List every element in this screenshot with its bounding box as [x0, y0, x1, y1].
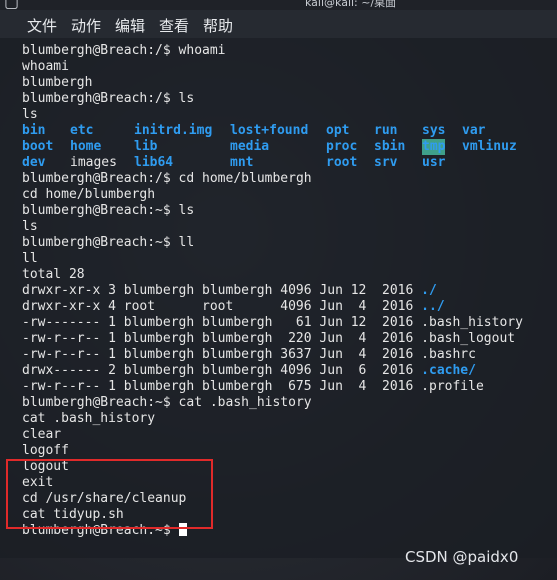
ls-entry: usr [422, 155, 446, 170]
history-line: cat .bash_history [22, 411, 155, 427]
echo-line: whoami [22, 59, 69, 75]
prompt-line: blumbergh@Breach:~$ ll [22, 235, 194, 251]
echo: ls [22, 107, 38, 122]
ls-entry: run [374, 123, 398, 138]
ll-meta: -rw-r--r-- 1 blumbergh blumbergh 220 Jun… [22, 331, 422, 346]
ls-entry: tmp [422, 139, 446, 155]
ls-entry: var [462, 123, 486, 138]
echo: cd home/blumbergh [22, 187, 156, 202]
prompt-line: blumbergh@Breach:/$ whoami [22, 43, 226, 59]
menu-edit[interactable]: 编辑 [115, 15, 145, 36]
command: cat .bash_history [178, 395, 312, 410]
echo-line: ls [22, 107, 38, 123]
ll-name: .profile [421, 379, 484, 394]
ll-meta: drwxr-xr-x 4 root root 4096 Jun 4 2016 [22, 299, 422, 314]
prompt-line: blumbergh@Breach:/$ ls [22, 91, 194, 107]
menu-actions[interactable]: 动作 [71, 15, 101, 36]
ll-meta: -rw-r--r-- 1 blumbergh blumbergh 3637 Ju… [22, 347, 422, 362]
prompt: blumbergh@Breach:~$ [22, 203, 179, 218]
prompt-line: blumbergh@Breach:~$ ls [22, 203, 194, 219]
ls-entry: opt [326, 123, 350, 138]
ls-entry: etc [70, 123, 94, 138]
echo-line: cd home/blumbergh [22, 187, 155, 203]
ll-name: .bashrc [421, 347, 476, 362]
history-entry: clear [22, 427, 62, 442]
prompt: blumbergh@Breach:~$ [22, 235, 179, 250]
command: ls [178, 91, 195, 106]
ll-name: .bash_logout [421, 331, 516, 346]
command: ll [178, 235, 195, 250]
echo-line: ls [22, 219, 38, 235]
ls-entry: home [70, 139, 102, 154]
history-entry: cat .bash_history [22, 411, 156, 426]
ll-row: drwxr-xr-x 3 blumbergh blumbergh 4096 Ju… [22, 283, 437, 299]
history-line: logoff [22, 443, 69, 459]
ls-entry: dev [22, 155, 46, 170]
menu-file[interactable]: 文件 [27, 15, 57, 36]
menu-help[interactable]: 帮助 [203, 15, 233, 36]
output-line: total 28 [22, 267, 85, 283]
ll-row: drwxr-xr-x 4 root root 4096 Jun 4 2016 .… [22, 299, 445, 315]
menu-view[interactable]: 查看 [159, 15, 189, 36]
csdn-watermark: CSDN @paidx0 [405, 548, 519, 566]
terminal-menubar: 文件 动作 编辑 查看 帮助 [0, 10, 557, 38]
prompt-line: blumbergh@Breach:~$ cat .bash_history [22, 395, 312, 411]
ll-meta: drwxr-xr-x 3 blumbergh blumbergh 4096 Ju… [22, 283, 422, 298]
ll-meta: -rw------- 1 blumbergh blumbergh 61 Jun … [22, 315, 422, 330]
prompt: blumbergh@Breach:~$ [22, 395, 179, 410]
echo: ls [22, 219, 38, 234]
ll-row: -rw-r--r-- 1 blumbergh blumbergh 220 Jun… [22, 331, 515, 347]
ls-entry: vmlinuz [462, 139, 517, 154]
ll-name: .bash_history [421, 315, 523, 330]
ls-entry: sbin [374, 139, 406, 154]
ls-entry: root [326, 155, 358, 170]
ls-entry: lib64 [134, 155, 174, 170]
history-line: clear [22, 427, 61, 443]
command: ls [178, 203, 195, 218]
ll-row: -rw-r--r-- 1 blumbergh blumbergh 3637 Ju… [22, 347, 476, 363]
ll-name: ../ [421, 299, 445, 314]
ls-entry: sys [422, 123, 446, 138]
command: whoami [178, 43, 226, 58]
ls-entry: lost+found [230, 123, 309, 138]
ls-entry: media [230, 139, 270, 154]
ls-entry: boot [22, 139, 54, 154]
ls-entry: initrd.img [134, 123, 213, 138]
ll-row: drwx------ 2 blumbergh blumbergh 4096 Ju… [22, 363, 476, 379]
ls-entry: lib [134, 139, 158, 154]
ls-entry: mnt [230, 155, 254, 170]
history-highlight-box [6, 459, 213, 529]
ls-entry: srv [374, 155, 398, 170]
output: blumbergh [22, 75, 93, 90]
history-entry: logoff [22, 443, 69, 458]
window-title: kali@kali: ~/桌面 [305, 0, 397, 9]
prompt: blumbergh@Breach:/$ [22, 171, 179, 186]
ll-meta: drwx------ 2 blumbergh blumbergh 4096 Ju… [22, 363, 422, 378]
ll-name: .cache/ [421, 363, 476, 378]
echo-line: ll [22, 251, 38, 267]
ls-entry: proc [326, 139, 358, 154]
ll-row: -rw------- 1 blumbergh blumbergh 61 Jun … [22, 315, 523, 331]
ll-row: -rw-r--r-- 1 blumbergh blumbergh 675 Jun… [22, 379, 484, 395]
prompt: blumbergh@Breach:/$ [22, 43, 179, 58]
command: cd home/blumbergh [178, 171, 312, 186]
ll-meta: -rw-r--r-- 1 blumbergh blumbergh 675 Jun… [22, 379, 422, 394]
prompt-line: blumbergh@Breach:/$ cd home/blumbergh [22, 171, 312, 187]
ll-name: ./ [421, 283, 437, 298]
echo: whoami [22, 59, 69, 74]
ls-entry: bin [22, 123, 46, 138]
ls-entry: images [70, 155, 117, 170]
output: total 28 [22, 267, 85, 282]
prompt: blumbergh@Breach:/$ [22, 91, 179, 106]
echo: ll [22, 251, 38, 266]
output-line: blumbergh [22, 75, 92, 91]
